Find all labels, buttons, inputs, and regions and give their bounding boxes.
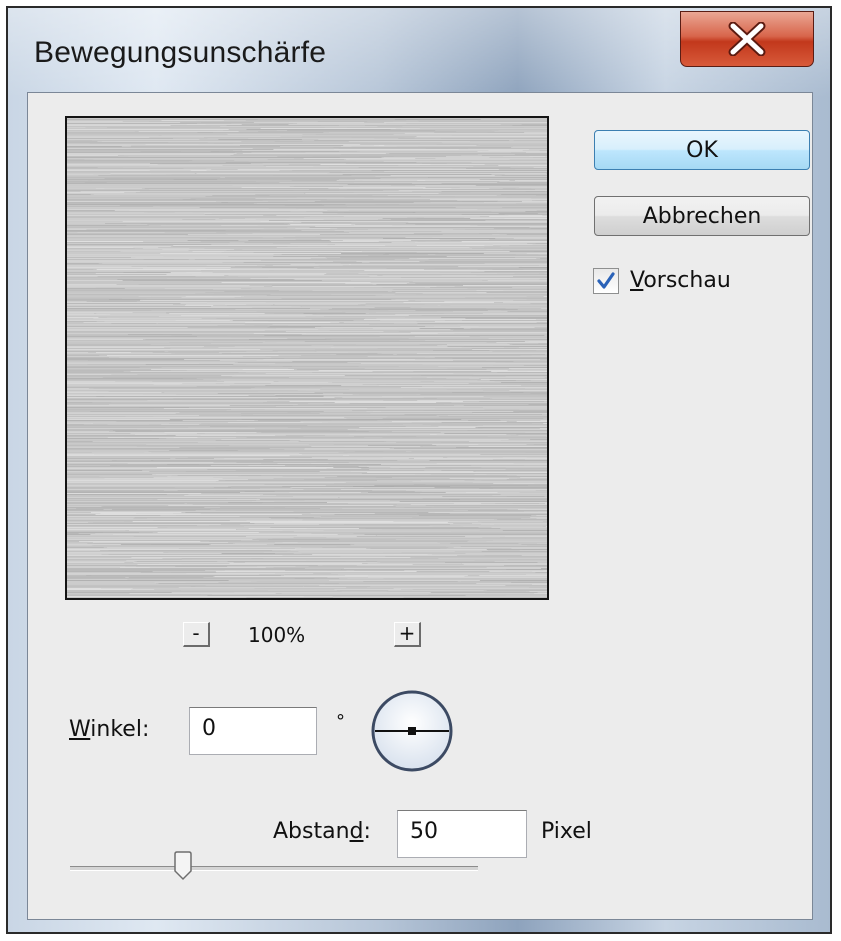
angle-dial-icon[interactable] — [370, 689, 454, 773]
close-button[interactable] — [680, 11, 814, 67]
close-icon — [728, 22, 766, 56]
distance-label-accel: d — [349, 819, 364, 844]
zoom-out-button[interactable]: - — [183, 622, 210, 647]
angle-label-accel: W — [69, 717, 91, 742]
ok-button[interactable]: OK — [594, 130, 810, 170]
preview-label-accel: V — [630, 268, 644, 293]
cancel-button[interactable]: Abbrechen — [594, 196, 810, 236]
angle-label: Winkel: — [69, 717, 149, 742]
angle-label-rest: inkel: — [90, 717, 150, 742]
motion-blur-texture — [67, 118, 547, 598]
distance-label-pre: Abstan — [273, 819, 350, 844]
preview-label-rest: orschau — [643, 268, 731, 293]
checkmark-icon — [597, 272, 615, 289]
zoom-level: 100% — [248, 623, 306, 647]
zoom-in-button[interactable]: + — [394, 622, 421, 647]
angle-unit: ° — [336, 711, 345, 732]
preview-label[interactable]: Vorschau — [630, 268, 731, 293]
distance-unit: Pixel — [541, 819, 592, 844]
distance-input[interactable]: 50 — [397, 810, 527, 858]
angle-input[interactable]: 0 — [189, 707, 317, 755]
window-title: Bewegungsunschärfe — [34, 36, 327, 69]
distance-slider-thumb[interactable] — [173, 851, 193, 881]
dialog-content: - 100% + OK Abbrechen Vorschau Winkel: 0… — [27, 92, 813, 920]
distance-slider-track[interactable] — [70, 866, 478, 871]
distance-label: Abstand: — [273, 819, 371, 844]
filter-preview[interactable] — [65, 116, 549, 600]
distance-label-post: : — [363, 819, 371, 844]
preview-checkbox[interactable] — [593, 268, 619, 294]
dialog-window: Bewegungsunschärfe - 100% + OK Abbrechen… — [6, 6, 832, 934]
